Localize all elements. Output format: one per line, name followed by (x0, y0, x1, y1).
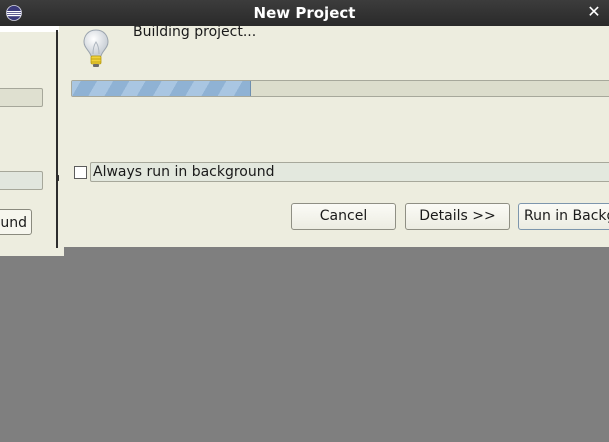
background-dialog-header (0, 26, 64, 32)
task-label: Building project... (133, 26, 257, 40)
progress-bar-fill (72, 81, 252, 96)
divider (56, 30, 58, 248)
background-dialog: ound (0, 26, 64, 256)
close-icon[interactable]: ✕ (587, 4, 601, 20)
background-button[interactable]: ound (0, 209, 32, 235)
lightbulb-icon (83, 29, 109, 67)
cancel-button[interactable]: Cancel (291, 203, 396, 230)
background-text-field-2[interactable] (0, 171, 43, 190)
run-in-background-button[interactable]: Run in Background (518, 203, 609, 230)
window-title: New Project (253, 4, 356, 22)
always-run-in-background-checkbox[interactable] (74, 166, 87, 179)
details-button[interactable]: Details >> (405, 203, 510, 230)
checkbox-label[interactable]: Always run in background (93, 163, 275, 181)
title-bar: New Project ✕ (0, 0, 609, 26)
progress-bar (71, 80, 609, 97)
background-text-field[interactable] (0, 88, 43, 107)
progress-dialog: Building project... Always run in backgr… (59, 26, 609, 247)
